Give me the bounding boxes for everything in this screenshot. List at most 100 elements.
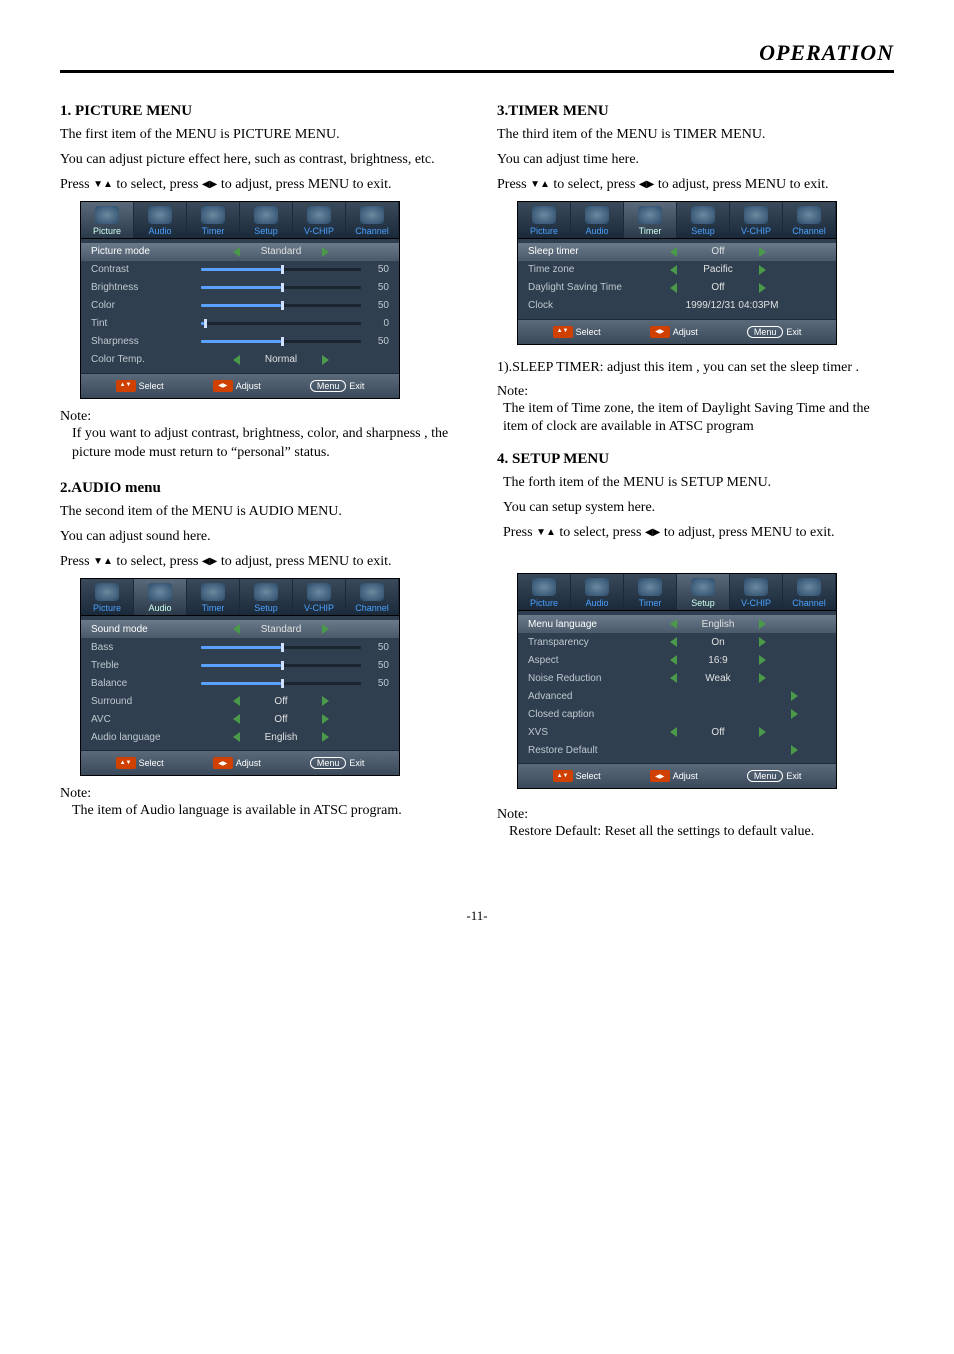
right-arrow-icon[interactable] bbox=[759, 247, 766, 257]
right-arrow-icon[interactable] bbox=[791, 745, 798, 755]
osd-row[interactable]: Sound modeStandard bbox=[81, 620, 399, 638]
right-arrow-icon[interactable] bbox=[322, 732, 329, 742]
osd-row[interactable]: Advanced bbox=[518, 687, 836, 705]
osd-tab-setup[interactable]: Setup bbox=[677, 202, 730, 238]
right-arrow-icon[interactable] bbox=[322, 624, 329, 634]
osd-tab-timer[interactable]: Timer bbox=[187, 579, 240, 615]
osd-row[interactable]: Picture modeStandard bbox=[81, 243, 399, 261]
osd-row[interactable]: Balance50 bbox=[81, 674, 399, 692]
left-arrow-icon[interactable] bbox=[670, 619, 677, 629]
left-arrow-icon[interactable] bbox=[670, 283, 677, 293]
left-arrow-icon[interactable] bbox=[233, 624, 240, 634]
osd-row[interactable]: Time zonePacific bbox=[518, 261, 836, 279]
osd-tab-v-chip[interactable]: V-CHIP bbox=[293, 579, 346, 615]
slider[interactable] bbox=[201, 682, 361, 685]
osd-row-label: Sound mode bbox=[91, 624, 201, 635]
osd-tab-v-chip[interactable]: V-CHIP bbox=[293, 202, 346, 238]
left-arrow-icon[interactable] bbox=[233, 247, 240, 257]
osd-tab-setup[interactable]: Setup bbox=[240, 202, 293, 238]
osd-tab-v-chip[interactable]: V-CHIP bbox=[730, 574, 783, 610]
right-arrow-icon[interactable] bbox=[759, 619, 766, 629]
osd-tab-timer[interactable]: Timer bbox=[624, 574, 677, 610]
osd-tab-channel[interactable]: Channel bbox=[346, 202, 399, 238]
left-arrow-icon[interactable] bbox=[233, 355, 240, 365]
osd-tab-picture[interactable]: Picture bbox=[518, 574, 571, 610]
osd-tab-setup[interactable]: Setup bbox=[677, 574, 730, 610]
osd-tab-channel[interactable]: Channel bbox=[346, 579, 399, 615]
left-arrow-icon[interactable] bbox=[233, 732, 240, 742]
left-arrow-icon[interactable] bbox=[670, 637, 677, 647]
left-arrow-icon[interactable] bbox=[670, 727, 677, 737]
osd-tab-setup[interactable]: Setup bbox=[240, 579, 293, 615]
right-arrow-icon[interactable] bbox=[759, 637, 766, 647]
right-arrow-icon[interactable] bbox=[791, 709, 798, 719]
slider[interactable] bbox=[201, 340, 361, 343]
osd-row[interactable]: Noise ReductionWeak bbox=[518, 669, 836, 687]
osd-tab-picture[interactable]: Picture bbox=[81, 579, 134, 615]
osd-row[interactable]: Clock1999/12/31 04:03PM bbox=[518, 297, 836, 315]
osd-tab-audio[interactable]: Audio bbox=[571, 574, 624, 610]
slider[interactable] bbox=[201, 646, 361, 649]
right-arrow-icon[interactable] bbox=[322, 355, 329, 365]
osd-row[interactable]: Bass50 bbox=[81, 638, 399, 656]
leftright-key-icon: ◀▶ bbox=[650, 326, 670, 338]
osd-row[interactable]: TransparencyOn bbox=[518, 633, 836, 651]
tab-label: Picture bbox=[81, 226, 133, 236]
osd-tab-picture[interactable]: Picture bbox=[518, 202, 571, 238]
slider[interactable] bbox=[201, 268, 361, 271]
osd-row[interactable]: Sleep timerOff bbox=[518, 243, 836, 261]
right-arrow-icon[interactable] bbox=[322, 714, 329, 724]
osd-row[interactable]: Daylight Saving TimeOff bbox=[518, 279, 836, 297]
slider[interactable] bbox=[201, 304, 361, 307]
osd-row-label: Restore Default bbox=[528, 745, 638, 756]
text: to adjust, press MENU to exit. bbox=[221, 554, 392, 569]
osd-tab-timer[interactable]: Timer bbox=[624, 202, 677, 238]
left-arrow-icon[interactable] bbox=[670, 265, 677, 275]
right-arrow-icon: ▶ bbox=[210, 179, 218, 190]
osd-tab-picture[interactable]: Picture bbox=[81, 202, 134, 238]
osd-tab-audio[interactable]: Audio bbox=[134, 202, 187, 238]
osd-row[interactable]: SurroundOff bbox=[81, 692, 399, 710]
slider[interactable] bbox=[201, 664, 361, 667]
osd-tab-audio[interactable]: Audio bbox=[571, 202, 624, 238]
osd-row[interactable]: Closed caption bbox=[518, 705, 836, 723]
right-arrow-icon[interactable] bbox=[759, 727, 766, 737]
osd-tab-channel[interactable]: Channel bbox=[783, 202, 836, 238]
left-arrow-icon[interactable] bbox=[670, 673, 677, 683]
right-arrow-icon[interactable] bbox=[322, 696, 329, 706]
tab-label: Picture bbox=[518, 226, 570, 236]
osd-row[interactable]: AVCOff bbox=[81, 710, 399, 728]
osd-row[interactable]: Color50 bbox=[81, 297, 399, 315]
right-arrow-icon[interactable] bbox=[759, 655, 766, 665]
page-header-title: OPERATION bbox=[60, 40, 894, 66]
osd-row[interactable]: Brightness50 bbox=[81, 279, 399, 297]
right-arrow-icon[interactable] bbox=[759, 673, 766, 683]
osd-tab-audio[interactable]: Audio bbox=[134, 579, 187, 615]
left-arrow-icon[interactable] bbox=[670, 655, 677, 665]
left-arrow-icon[interactable] bbox=[233, 696, 240, 706]
right-arrow-icon[interactable] bbox=[759, 283, 766, 293]
slider[interactable] bbox=[201, 322, 361, 325]
osd-row[interactable]: Audio languageEnglish bbox=[81, 728, 399, 746]
osd-row[interactable]: Color Temp.Normal bbox=[81, 351, 399, 369]
right-arrow-icon[interactable] bbox=[791, 691, 798, 701]
osd-row[interactable]: Aspect16:9 bbox=[518, 651, 836, 669]
left-arrow-icon[interactable] bbox=[233, 714, 240, 724]
osd-row[interactable]: Contrast50 bbox=[81, 261, 399, 279]
osd-row[interactable]: Restore Default bbox=[518, 741, 836, 759]
left-arrow-icon[interactable] bbox=[670, 247, 677, 257]
osd-row[interactable]: XVSOff bbox=[518, 723, 836, 741]
right-arrow-icon: ▶ bbox=[653, 527, 661, 538]
osd-row[interactable]: Sharpness50 bbox=[81, 333, 399, 351]
osd-row[interactable]: Menu languageEnglish bbox=[518, 615, 836, 633]
slider[interactable] bbox=[201, 286, 361, 289]
osd-tab-timer[interactable]: Timer bbox=[187, 202, 240, 238]
osd-tab-channel[interactable]: Channel bbox=[783, 574, 836, 610]
osd-row[interactable]: Treble50 bbox=[81, 656, 399, 674]
right-arrow-icon[interactable] bbox=[322, 247, 329, 257]
tab-label: Setup bbox=[240, 226, 292, 236]
tab-icon bbox=[744, 206, 768, 224]
osd-tab-v-chip[interactable]: V-CHIP bbox=[730, 202, 783, 238]
osd-row[interactable]: Tint0 bbox=[81, 315, 399, 333]
right-arrow-icon[interactable] bbox=[759, 265, 766, 275]
